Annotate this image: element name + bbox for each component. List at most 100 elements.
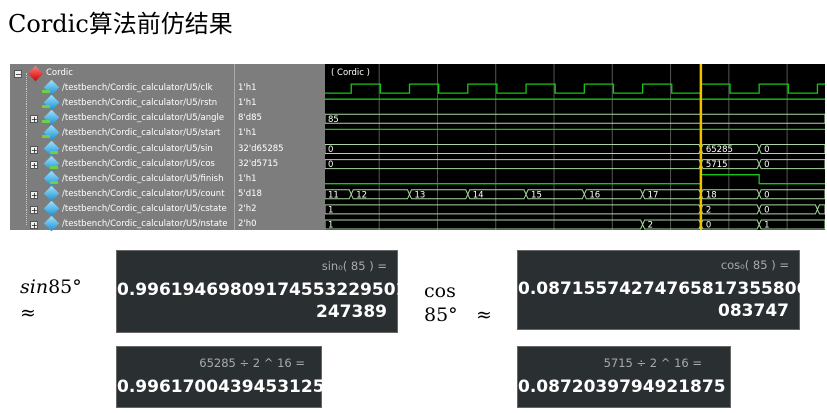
signal-values-pane: 1'h1 1'h1 8'd85 1'h1 32'd65285 32'd5715 1'h1 5'… [234, 64, 325, 230]
signal-path: /testbench/Cordic_calculator/U5/clk [62, 83, 213, 94]
bus-segment [324, 159, 702, 170]
bus-segment [324, 144, 702, 154]
approx-sign: ≈ [476, 304, 492, 326]
signal-value: 1'h1 [238, 128, 257, 139]
tree-line [26, 193, 27, 210]
cos-exact-result-line1: 0.08715574274765817355806427 [518, 279, 827, 299]
bus-value-label: 18 [706, 190, 717, 200]
output-arrow-icon [50, 165, 58, 169]
tree-line [26, 88, 27, 105]
signal-value: 1'h1 [238, 173, 257, 184]
output-arrow-icon [50, 180, 58, 184]
bus-value-label: 2 [648, 221, 653, 231]
signal-value: 32'd65285 [238, 143, 284, 154]
signal-value: 32'd5715 [238, 158, 279, 169]
expand-icon[interactable]: + [30, 160, 38, 169]
approx-sign: ≈ [20, 302, 36, 324]
input-arrow-icon [42, 105, 50, 109]
signal-path: /testbench/Cordic_calculator/U5/cstate [62, 203, 227, 214]
signal-path: /testbench/Cordic_calculator/U5/start [62, 128, 221, 139]
bus-value-label: 14 [473, 190, 484, 200]
signal-diamond-icon [43, 185, 60, 202]
expand-icon[interactable]: + [30, 190, 38, 199]
signal-value: 2'h0 [238, 219, 257, 229]
signal-diamond-icon [43, 215, 60, 232]
clock-waveform [325, 83, 827, 94]
signal-path: /testbench/Cordic_calculator/U5/angle [62, 113, 225, 124]
expand-icon[interactable]: + [30, 221, 38, 230]
waveform-pane[interactable]: 85 0 65285 0 0 5715 0 11 12 13 14 15 16 17 18 0 1 2 0 1 2 0 1 … [324, 64, 827, 231]
sin-exact-expression: sin₀( 85 ) = [321, 259, 387, 273]
bus-value-label: 0 [328, 160, 333, 170]
expand-icon[interactable]: + [30, 205, 38, 214]
bus-value-label: 85 [328, 115, 339, 125]
tree-line [26, 103, 27, 120]
cos-fixed-expression: 5715 ÷ 2 ^ 16 = [603, 356, 702, 370]
bus-value-label: 16 [589, 190, 600, 200]
signal-path: /testbench/Cordic_calculator/U5/rstn [62, 98, 218, 109]
sin-fixed-result: 0.9961700439453125 [117, 377, 325, 397]
tree-line [26, 118, 27, 135]
sin-fixed-card: 65285 ÷ 2 ^ 16 = 0.9961700439453125 [116, 346, 325, 408]
waveform-viewer: − Cordic /testbench/Cordic_calculator/U5… [10, 64, 827, 232]
sin-fixed-expression: 65285 ÷ 2 ^ 16 = [199, 356, 305, 370]
bus-value-label: 12 [356, 190, 367, 200]
output-arrow-icon [50, 150, 58, 154]
bit-waveform [325, 174, 825, 185]
signal-value: 1'h1 [238, 83, 257, 94]
bus-segment [324, 113, 826, 124]
signal-value: 2'h2 [238, 203, 257, 214]
bus-segment [816, 204, 826, 215]
bus-value-label: 2 [706, 205, 711, 215]
input-arrow-icon [42, 135, 50, 139]
bus-value-label: 5715 [706, 160, 728, 170]
waveform-canvas[interactable]: 850 65285 00 5715 011 12 13 14 15 16 17 18 01 2 01 2 0 1 [324, 64, 827, 231]
tree-line [26, 148, 27, 165]
signal-path: /testbench/Cordic_calculator/U5/count [62, 188, 225, 199]
group-label: Cordic [46, 68, 73, 78]
group-diamond-icon [27, 65, 44, 82]
tree-line [26, 209, 27, 225]
bus-segment [324, 204, 702, 215]
sin-label: sin85° [20, 276, 82, 298]
cos-fixed-card: 5715 ÷ 2 ^ 16 = 0.0872039794921875 [517, 346, 731, 408]
bus-value-label: 0 [764, 190, 769, 200]
cos-exact-result-line2: 083747 [718, 301, 789, 321]
expand-icon[interactable]: + [30, 145, 38, 154]
signal-names-pane: − Cordic /testbench/Cordic_calculator/U5… [10, 64, 232, 232]
cos-arg: 85° [424, 304, 458, 326]
sin-arg: 85° [48, 276, 82, 298]
cos-exact-card: cos₀( 85 ) = 0.0871557427476581735580642… [517, 250, 827, 330]
signal-value: 8'd85 [238, 113, 262, 124]
sin-exact-card: sin₀( 85 ) = 0.9961946980917455322950104… [116, 250, 443, 333]
input-arrow-icon [42, 90, 50, 94]
tree-line [26, 133, 27, 150]
signal-path: /testbench/Cordic_calculator/U5/sin [62, 143, 213, 154]
cursor-label: ( Cordic ) [331, 68, 370, 78]
collapse-icon[interactable]: − [14, 70, 22, 79]
bus-value-label: 1 [328, 221, 333, 231]
expand-icon[interactable]: + [30, 115, 38, 124]
bus-value-label: 65285 [706, 145, 733, 155]
bus-value-label: 15 [531, 190, 542, 200]
cos-exact-expression: cos₀( 85 ) = [720, 258, 789, 272]
cos-fn: cos [424, 280, 456, 302]
tree-line [26, 178, 27, 195]
bus-value-label: 17 [648, 190, 659, 200]
bus-value-label: 0 [328, 145, 333, 155]
bus-value-label: 11 [328, 190, 339, 200]
bus-value-label: 1 [328, 205, 333, 215]
bus-value-label: 0 [706, 221, 711, 231]
signal-value: 5'd18 [238, 188, 262, 199]
page-title: Cordic算法前仿结果 [8, 10, 233, 38]
bus-segment [324, 219, 644, 230]
signal-path: /testbench/Cordic_calculator/U5/finish [62, 173, 224, 184]
signal-diamond-icon [43, 200, 60, 217]
bus-value-label: 0 [764, 145, 769, 155]
signal-value: 1'h1 [238, 98, 257, 109]
bus-value-label: 0 [764, 205, 769, 215]
tree-line [26, 73, 27, 90]
input-arrow-icon [42, 120, 50, 124]
sin-exact-result-line1: 0.99619469809174553229501040 [117, 280, 443, 300]
sin-fn: sin [20, 276, 49, 298]
